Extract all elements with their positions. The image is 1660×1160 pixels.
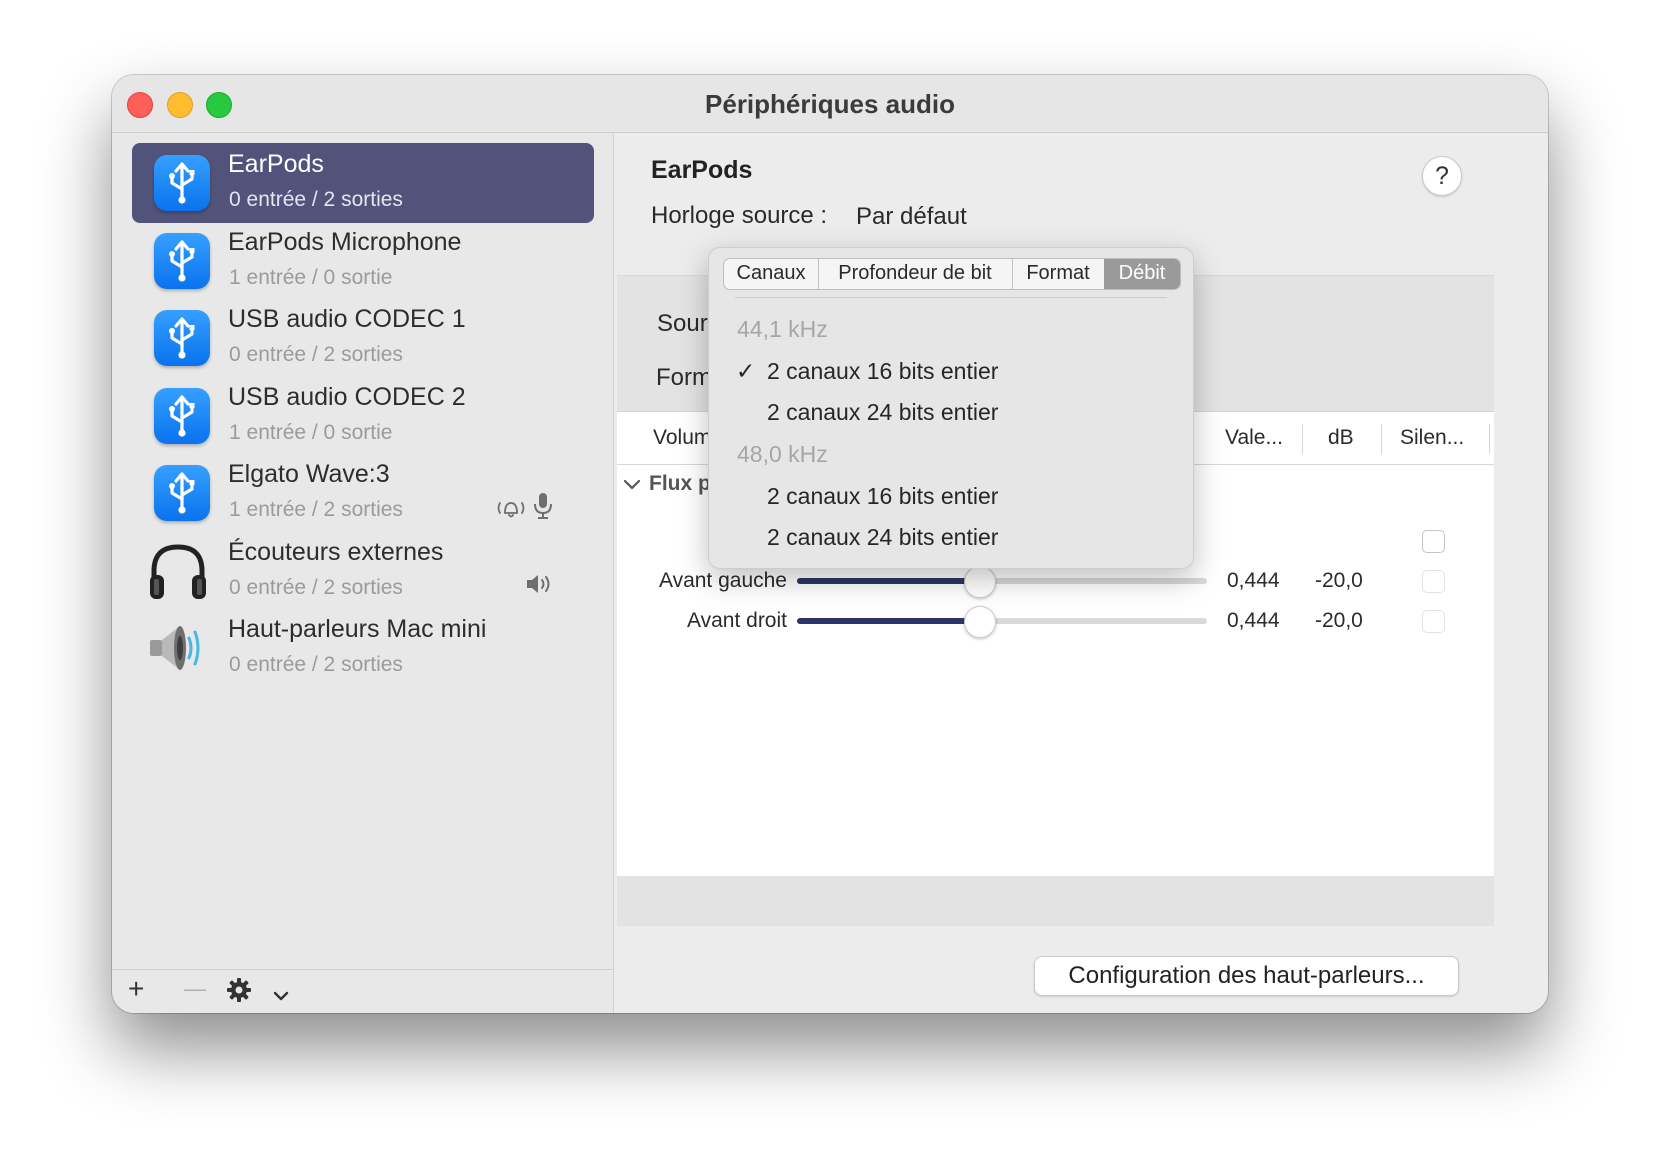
volume-slider-fill [797,578,979,584]
mute-checkbox-master[interactable] [1422,530,1445,553]
device-sidebar: EarPods 0 entrée / 2 sorties EarPods Mic… [112,133,614,1013]
headphones-icon [146,539,210,603]
popover-divider [735,297,1167,298]
volume-slider-front-left[interactable] [797,566,1207,598]
device-name: EarPods Microphone [228,228,462,256]
channel-db-front-right: -20,0 [1315,609,1363,632]
tab-bit-depth[interactable]: Profondeur de bit [818,259,1013,289]
title-bar: Périphériques audio [112,75,1548,133]
channel-label-front-right: Avant droit [686,609,787,632]
remove-device-button[interactable]: — [184,972,206,1006]
device-item-usb-audio-codec-1[interactable]: USB audio CODEC 1 0 entrée / 2 sorties [132,298,594,378]
checkmark-icon: ✓ [736,358,756,384]
device-name: Haut-parleurs Mac mini [228,615,487,643]
column-value[interactable]: Vale... [1225,426,1283,450]
device-io-count: 1 entrée / 0 sortie [229,266,393,289]
help-button[interactable]: ? [1422,156,1462,196]
tab-format[interactable]: Format [1012,259,1105,289]
device-item-usb-audio-codec-2[interactable]: USB audio CODEC 2 1 entrée / 0 sortie [132,376,594,456]
device-name: USB audio CODEC 1 [228,305,466,333]
channel-db-front-left: -20,0 [1315,569,1363,592]
clock-source-label: Horloge source : [651,202,828,229]
device-io-count: 0 entrée / 2 sorties [229,343,403,366]
tab-channels[interactable]: Canaux [724,259,819,289]
device-io-count: 1 entrée / 0 sortie [229,421,393,444]
device-io-count: 0 entrée / 2 sorties [229,188,403,211]
usb-icon [154,233,210,289]
usb-icon [154,465,210,521]
usb-icon [154,310,210,366]
device-item-earpods[interactable]: EarPods 0 entrée / 2 sorties [132,143,594,223]
microphone-icon [532,491,554,526]
device-name: Écouteurs externes [228,538,444,566]
configure-speakers-button[interactable]: Configuration des haut-parleurs... [1034,956,1459,996]
device-io-count: 1 entrée / 2 sorties [229,498,403,521]
chevron-down-icon [623,479,641,490]
format-option[interactable]: 2 canaux 16 bits entier [767,358,998,385]
volume-slider-knob[interactable] [964,606,996,638]
alert-sound-icon [494,495,528,526]
window-title: Périphériques audio [705,89,955,119]
channel-label-front-left: Avant gauche [658,569,787,592]
device-name: EarPods [228,150,324,178]
usb-icon [154,388,210,444]
mute-checkbox-front-right[interactable] [1422,610,1445,633]
volume-slider-front-right[interactable] [797,606,1207,638]
format-option[interactable]: 2 canaux 16 bits entier [767,483,998,510]
column-db[interactable]: dB [1328,426,1354,450]
channel-value-front-right: 0,444 [1227,609,1280,632]
channel-value-front-left: 0,444 [1227,569,1280,592]
group-header-44k: 44,1 kHz [737,316,828,342]
device-item-elgato-wave-3[interactable]: Elgato Wave:3 1 entrée / 2 sorties [132,453,594,533]
volume-slider-fill [797,618,979,624]
device-item-external-headphones[interactable]: Écouteurs externes 0 entrée / 2 sorties [132,531,594,611]
device-name: Elgato Wave:3 [228,460,390,488]
device-title: EarPods [651,156,753,184]
clock-source-popup[interactable]: Par défaut [856,203,967,231]
tab-sample-rate[interactable]: Débit [1104,259,1180,289]
device-item-mac-mini-speakers[interactable]: Haut-parleurs Mac mini 0 entrée / 2 sort… [132,608,594,688]
add-device-button[interactable]: + [128,972,144,1006]
sidebar-footer: + — [112,969,613,1013]
format-filter-segmented-control: Canaux Profondeur de bit Format Débit [723,258,1181,290]
mute-checkbox-front-left[interactable] [1422,570,1445,593]
format-option[interactable]: 2 canaux 24 bits entier [767,399,998,426]
device-item-earpods-microphone[interactable]: EarPods Microphone 1 entrée / 0 sortie [132,221,594,301]
format-option[interactable]: 2 canaux 24 bits entier [767,524,998,551]
device-io-count: 0 entrée / 2 sorties [229,576,403,599]
column-divider [1302,424,1303,454]
speaker-output-icon [524,571,554,602]
column-mute[interactable]: Silen... [1400,426,1464,450]
usb-icon [154,155,210,211]
format-popover: Canaux Profondeur de bit Format Débit 44… [708,247,1194,569]
volume-slider-knob[interactable] [964,566,996,598]
group-header-48k: 48,0 kHz [737,441,828,467]
column-divider [1489,424,1490,454]
chevron-down-icon[interactable] [272,979,290,1013]
gear-icon[interactable] [226,977,252,1011]
speaker-icon [146,618,210,678]
device-name: USB audio CODEC 2 [228,383,466,411]
device-io-count: 0 entrée / 2 sorties [229,653,403,676]
column-divider [1381,424,1382,454]
